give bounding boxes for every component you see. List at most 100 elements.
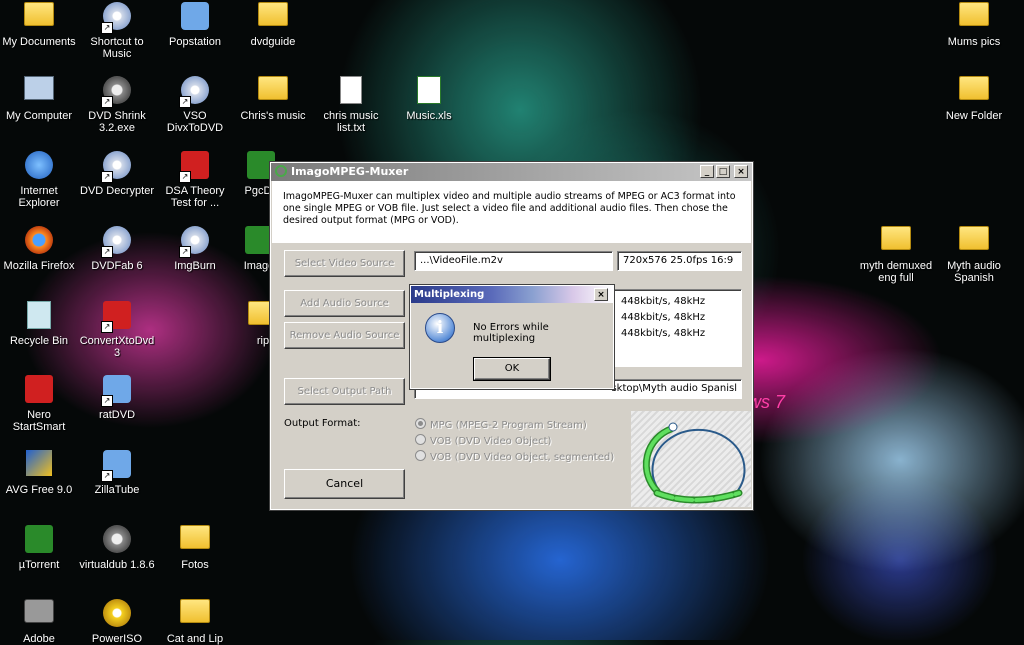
desktop-icon-chris-music[interactable]: Chris's music [234,76,312,122]
desktop-icon-label: Internet Explorer [18,185,60,209]
desktop-icon-label: virtualdub 1.8.6 [79,559,155,571]
desktop-icon-chris-music-list[interactable]: chris music list.txt [312,76,390,134]
adobe-icon [23,599,55,631]
desktop-icon-label: Adobe [23,633,55,645]
shortcut-arrow-icon: ↗ [101,22,113,34]
my-documents-icon [23,2,55,34]
desktop-icon-label: Chris's music [240,110,306,122]
window-titlebar[interactable]: ImagoMPEG-Muxer _ □ × [271,163,752,181]
imago-progress-logo-icon [642,422,746,504]
new-folder-icon [958,76,990,108]
format-option-vob-segmented[interactable]: VOB (DVD Video Object, segmented) [415,450,614,463]
list-item[interactable]: 448kbit/s, 48kHz [621,310,705,326]
desktop-icon-label: Mozilla Firefox [3,260,75,272]
virtualdub-icon [101,525,133,557]
desktop-icon-mozilla-firefox[interactable]: Mozilla Firefox [0,226,78,272]
maximize-icon[interactable]: □ [716,165,730,178]
desktop-icon-zillatube[interactable]: ↗ ZillaTube [78,450,156,496]
list-item[interactable]: 448kbit/s, 48kHz [621,326,705,342]
desktop-icon-mums-pics[interactable]: Mums pics [935,2,1013,48]
desktop-icon-convertxtodvd[interactable]: ↗ ConvertXtoDvd 3 [78,301,156,359]
info-icon: i [425,313,455,343]
myth-demuxed-icon [880,226,912,258]
window-title: ImagoMPEG-Muxer [291,165,409,178]
popstation-icon [179,2,211,34]
shortcut-arrow-icon: ↗ [101,395,113,407]
video-path-field[interactable]: ...\VideoFile.m2v [414,251,613,271]
desktop-icon-virtualdub[interactable]: virtualdub 1.8.6 [78,525,156,571]
desktop-icon-label: Myth audio Spanish [947,260,1001,284]
dsa-theory-icon: ↗ [179,151,211,183]
add-audio-source-button[interactable]: Add Audio Source [284,290,405,317]
shortcut-arrow-icon: ↗ [179,96,191,108]
desktop-icon-label: Shortcut to Music [90,36,144,60]
desktop-icon-label: Music.xls [406,110,452,122]
dialog-title: Multiplexing [414,289,485,300]
desktop-icon-label: ConvertXtoDvd 3 [79,335,155,359]
desktop-icon-adobe[interactable]: Adobe [0,599,78,645]
desktop-icon-dvdfab[interactable]: ↗ DVDFab 6 [78,226,156,272]
select-output-path-button[interactable]: Select Output Path [284,378,405,405]
close-icon[interactable]: × [734,165,748,178]
dialog-close-icon[interactable]: × [594,288,608,301]
desktop-icon-poweriso[interactable]: PowerISO [78,599,156,645]
desktop-icon-myth-audio[interactable]: Myth audio Spanish [935,226,1013,284]
nero-icon [23,375,55,407]
desktop-icon-label: ratDVD [98,409,136,421]
desktop-icon-label: Recycle Bin [9,335,69,347]
desktop-icon-popstation[interactable]: Popstation [156,2,234,48]
minimize-icon[interactable]: _ [700,165,714,178]
dialog-message: No Errors while multiplexing [473,322,549,344]
desktop-icon-label: DVD Decrypter [80,185,154,197]
ok-button[interactable]: OK [473,357,551,381]
desktop-icon-utorrent[interactable]: µTorrent [0,525,78,571]
vso-divx-icon: ↗ [179,76,211,108]
ratdvd-icon: ↗ [101,375,133,407]
format-option-mpg[interactable]: MPG (MPEG-2 Program Stream) [415,418,587,431]
music-xls-icon [413,76,445,108]
desktop-icon-my-documents[interactable]: My Documents [0,2,78,48]
convertxtodvd-icon: ↗ [101,301,133,333]
desktop-icon-music-xls[interactable]: Music.xls [390,76,468,122]
desktop-icon-dvd-shrink[interactable]: ↗ DVD Shrink 3.2.exe [78,76,156,134]
zillatube-icon: ↗ [101,450,133,482]
radio-selected-icon[interactable] [415,418,426,429]
mozilla-firefox-icon [23,226,55,258]
select-video-source-button[interactable]: Select Video Source [284,250,405,277]
remove-audio-source-button[interactable]: Remove Audio Source [284,322,405,349]
fotos-icon [179,525,211,557]
cancel-button[interactable]: Cancel [284,469,405,499]
my-computer-icon [23,76,55,108]
desktop-icon-new-folder[interactable]: New Folder [935,76,1013,122]
desktop-icon-nero[interactable]: Nero StartSmart [0,375,78,433]
desktop-icon-my-computer[interactable]: My Computer [0,76,78,122]
desktop-icon-fotos[interactable]: Fotos [156,525,234,571]
multiplexing-dialog: Multiplexing × i No Errors while multipl… [409,284,615,390]
dialog-titlebar[interactable]: Multiplexing × [411,286,613,303]
shortcut-arrow-icon: ↗ [101,96,113,108]
desktop-icon-cat-and-lip[interactable]: Cat and Lip [156,599,234,645]
list-item[interactable]: 448kbit/s, 48kHz [621,294,705,310]
radio-icon[interactable] [415,434,426,445]
desktop-icon-shortcut-music[interactable]: ↗ Shortcut to Music [78,2,156,60]
desktop-icon-label: myth demuxed eng full [859,260,933,284]
desktop-icon-ratdvd[interactable]: ↗ ratDVD [78,375,156,421]
radio-icon[interactable] [415,450,426,461]
dvdfab-icon: ↗ [101,226,133,258]
desktop-icon-dvd-decrypter[interactable]: ↗ DVD Decrypter [78,151,156,197]
output-format-label: Output Format: [284,418,361,429]
desktop-icon-label: DVD Shrink 3.2.exe [88,110,146,134]
desktop-icon-dvdguide[interactable]: dvdguide [234,2,312,48]
shortcut-arrow-icon: ↗ [101,470,113,482]
shortcut-arrow-icon: ↗ [101,246,113,258]
chris-music-list-icon [335,76,367,108]
desktop-icon-vso-divx[interactable]: ↗ VSO DivxToDVD [156,76,234,134]
desktop-icon-myth-demuxed[interactable]: myth demuxed eng full [857,226,935,284]
format-option-vob[interactable]: VOB (DVD Video Object) [415,434,551,447]
desktop-icon-recycle-bin[interactable]: Recycle Bin [0,301,78,347]
desktop-icon-avg[interactable]: AVG Free 9.0 [0,450,78,496]
shortcut-arrow-icon: ↗ [101,171,113,183]
wallpaper-text: ws 7 [748,392,786,412]
poweriso-icon [101,599,133,631]
desktop-icon-internet-explorer[interactable]: Internet Explorer [0,151,78,209]
